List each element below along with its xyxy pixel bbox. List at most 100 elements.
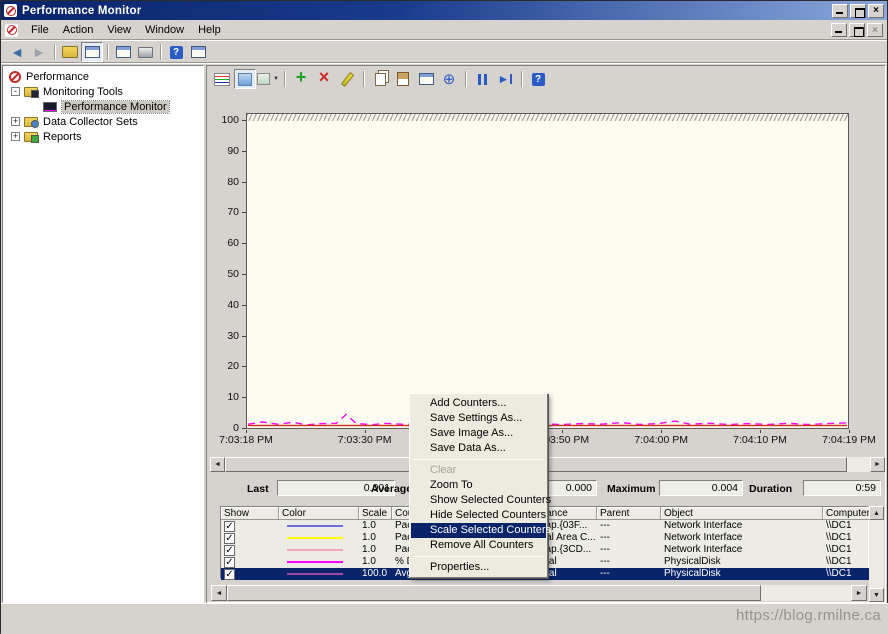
computer-cell: \\DC1 bbox=[823, 544, 870, 556]
x-axis-label: 7:04:19 PM bbox=[814, 434, 884, 446]
column-header-show[interactable]: Show bbox=[221, 507, 279, 520]
console-tree-icon[interactable] bbox=[81, 42, 103, 62]
scroll-left-icon[interactable]: ◄ bbox=[211, 585, 227, 601]
expand-icon[interactable]: + bbox=[11, 117, 20, 126]
scroll-down-icon[interactable]: ▼ bbox=[869, 588, 884, 602]
minimize-button[interactable] bbox=[832, 4, 848, 18]
show-cell: ✓ bbox=[221, 520, 279, 532]
menu-item-remove-all-counters[interactable]: Remove All Counters bbox=[411, 538, 546, 553]
print-icon[interactable] bbox=[134, 42, 156, 62]
scroll-right-icon[interactable]: ► bbox=[870, 457, 885, 472]
menu-item-save-settings-as[interactable]: Save Settings As... bbox=[411, 411, 546, 426]
monitoring-tools-folder-icon bbox=[24, 87, 38, 97]
column-header-scale[interactable]: Scale bbox=[359, 507, 392, 520]
menu-action[interactable]: Action bbox=[56, 22, 101, 38]
menu-item-hide-selected-counters[interactable]: Hide Selected Counters bbox=[411, 508, 546, 523]
menu-file[interactable]: File bbox=[24, 22, 56, 38]
help-icon[interactable] bbox=[165, 42, 187, 62]
scroll-right-icon[interactable]: ► bbox=[851, 585, 867, 601]
column-header-color[interactable]: Color bbox=[279, 507, 359, 520]
scroll-up-icon[interactable]: ▲ bbox=[869, 506, 884, 520]
tree-item-monitoring-tools[interactable]: - Monitoring Tools bbox=[3, 84, 203, 99]
properties-icon[interactable] bbox=[415, 69, 437, 89]
scale-cell: 100.0 bbox=[359, 568, 392, 580]
counter-color-line bbox=[287, 537, 343, 539]
column-header-object[interactable]: Object bbox=[661, 507, 823, 520]
collapse-icon[interactable]: - bbox=[11, 87, 20, 96]
help2-icon[interactable] bbox=[527, 69, 549, 89]
scroll-thumb[interactable] bbox=[227, 585, 761, 601]
object-cell: PhysicalDisk bbox=[661, 568, 823, 580]
x-axis-label: 7:03:30 PM bbox=[330, 434, 400, 446]
checkbox-icon[interactable]: ✓ bbox=[224, 545, 235, 556]
menu-item-save-image-as[interactable]: Save Image As... bbox=[411, 426, 546, 441]
object-cell: PhysicalDisk bbox=[661, 556, 823, 568]
menu-bar: File Action View Window Help × bbox=[1, 20, 887, 41]
checkbox-icon[interactable]: ✓ bbox=[224, 533, 235, 544]
color-cell bbox=[279, 520, 359, 532]
tree-item-performance-monitor[interactable]: Performance Monitor bbox=[3, 99, 203, 114]
mdi-minimize-button[interactable] bbox=[831, 23, 847, 37]
checkbox-icon[interactable]: ✓ bbox=[224, 521, 235, 532]
checkbox-icon[interactable]: ✓ bbox=[224, 557, 235, 568]
action-pane-icon[interactable] bbox=[187, 42, 209, 62]
column-header-computer[interactable]: Computer bbox=[823, 507, 870, 520]
scale-cell: 1.0 bbox=[359, 544, 392, 556]
close-button[interactable]: × bbox=[868, 4, 884, 18]
checkbox-icon[interactable]: ✓ bbox=[224, 569, 235, 580]
show-cell: ✓ bbox=[221, 568, 279, 580]
mdi-restore-button[interactable] bbox=[849, 23, 865, 37]
menu-view[interactable]: View bbox=[100, 22, 138, 38]
pause-icon[interactable] bbox=[471, 69, 493, 89]
counter-color-line bbox=[287, 573, 343, 575]
menu-item-save-data-as[interactable]: Save Data As... bbox=[411, 441, 546, 456]
graph-type-icon[interactable] bbox=[257, 69, 279, 89]
copy-icon[interactable] bbox=[369, 69, 391, 89]
expand-icon[interactable]: + bbox=[11, 132, 20, 141]
view-current-icon[interactable] bbox=[211, 69, 233, 89]
highlight-icon[interactable] bbox=[336, 69, 358, 89]
export-window-icon[interactable] bbox=[112, 42, 134, 62]
tree-item-reports[interactable]: + Reports bbox=[3, 129, 203, 144]
view-log-icon[interactable] bbox=[234, 69, 256, 89]
y-axis-label: 90 bbox=[209, 145, 239, 157]
delete-icon[interactable] bbox=[313, 69, 335, 89]
zoom-icon[interactable] bbox=[438, 69, 460, 89]
menu-item-add-counters[interactable]: Add Counters... bbox=[411, 396, 546, 411]
tree-item-label: Data Collector Sets bbox=[43, 116, 138, 128]
tree-item-data-collector-sets[interactable]: + Data Collector Sets bbox=[3, 114, 203, 129]
y-axis-label: 60 bbox=[209, 237, 239, 249]
restore-button[interactable] bbox=[850, 4, 866, 18]
paste-icon[interactable] bbox=[392, 69, 414, 89]
y-axis-tick bbox=[242, 428, 246, 429]
menu-item-zoom-to[interactable]: Zoom To bbox=[411, 478, 546, 493]
tree-item-label: Monitoring Tools bbox=[43, 86, 123, 98]
computer-cell: \\DC1 bbox=[823, 532, 870, 544]
back-icon[interactable] bbox=[6, 42, 28, 62]
step-icon[interactable] bbox=[494, 69, 516, 89]
x-axis-tick bbox=[760, 430, 761, 433]
x-axis-tick bbox=[365, 430, 366, 433]
color-cell bbox=[279, 544, 359, 556]
object-cell: Network Interface bbox=[661, 544, 823, 556]
menu-window[interactable]: Window bbox=[138, 22, 191, 38]
menu-item-show-selected-counters[interactable]: Show Selected Counters bbox=[411, 493, 546, 508]
y-axis-tick bbox=[242, 336, 246, 337]
menu-item-properties[interactable]: Properties... bbox=[411, 560, 546, 575]
mdi-close-button: × bbox=[867, 23, 883, 37]
menu-help[interactable]: Help bbox=[191, 22, 228, 38]
up-folder-icon[interactable] bbox=[59, 42, 81, 62]
stat-last-label: Last bbox=[247, 483, 269, 495]
main-toolbar bbox=[1, 41, 887, 64]
column-header-parent[interactable]: Parent bbox=[597, 507, 661, 520]
add-icon[interactable] bbox=[290, 69, 312, 89]
tree-item-performance[interactable]: Performance bbox=[3, 69, 203, 84]
title-bar[interactable]: Performance Monitor × bbox=[1, 1, 887, 20]
mdi-app-icon bbox=[5, 24, 18, 37]
scroll-left-icon[interactable]: ◄ bbox=[210, 457, 225, 472]
toolbar-separator bbox=[160, 44, 161, 60]
y-axis-label: 40 bbox=[209, 299, 239, 311]
window-title: Performance Monitor bbox=[22, 5, 141, 17]
menu-item-scale-selected-counters[interactable]: Scale Selected Counters bbox=[411, 523, 546, 538]
forward-icon[interactable] bbox=[28, 42, 50, 62]
